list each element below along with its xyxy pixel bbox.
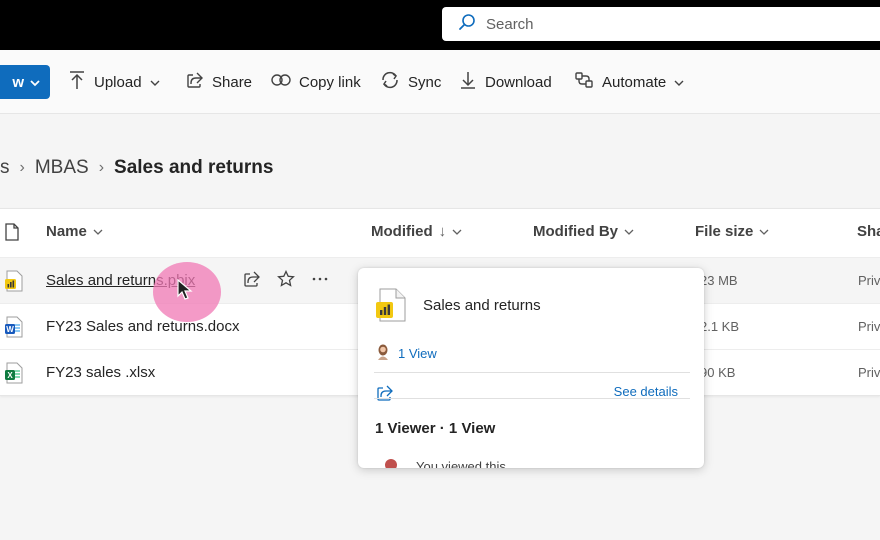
sync-icon [380, 71, 400, 93]
chevron-down-icon [624, 223, 634, 240]
svg-text:W: W [6, 325, 14, 334]
file-size: 90 KB [700, 365, 736, 380]
chevron-down-icon [674, 74, 684, 91]
command-bar: w Upload Share Copy link Sync Download A… [0, 50, 880, 114]
svg-text:X: X [7, 371, 13, 380]
top-bar: Search [0, 0, 880, 50]
sort-arrow-down-icon: ↓ [438, 223, 447, 240]
automate-icon [574, 71, 594, 93]
upload-icon [68, 70, 86, 94]
chevron-down-icon [150, 74, 160, 91]
sharing-status: Priva [858, 273, 880, 288]
share-icon[interactable] [376, 384, 394, 407]
column-modified-label: Modified [371, 223, 433, 240]
powerbi-file-icon [374, 288, 408, 327]
row-actions [243, 269, 329, 293]
column-name-label: Name [46, 223, 87, 240]
copy-link-button[interactable]: Copy link [271, 70, 361, 94]
column-file-size-label: File size [695, 223, 754, 240]
more-options-icon[interactable] [311, 270, 329, 293]
column-header-file-size[interactable]: File size [695, 223, 769, 240]
copy-link-label: Copy link [299, 73, 361, 91]
new-button[interactable]: w [0, 65, 50, 99]
breadcrumb-current: Sales and returns [114, 157, 274, 178]
powerbi-file-icon [4, 270, 24, 297]
new-button-label: w [12, 73, 24, 91]
file-type-icon[interactable] [5, 223, 19, 246]
card-title: Sales and returns [423, 297, 541, 314]
mouse-cursor-icon [176, 278, 194, 306]
recent-activity: You viewed this [384, 458, 506, 468]
file-hover-card: Sales and returns 1 View See details 1 V… [358, 268, 704, 468]
chevron-down-icon [452, 223, 462, 240]
breadcrumb-item-mbas[interactable]: MBAS [35, 157, 89, 179]
chevron-down-icon [93, 223, 103, 240]
link-icon [271, 73, 291, 91]
word-file-icon: W [4, 316, 24, 343]
upload-button[interactable]: Upload [68, 70, 160, 94]
download-label: Download [485, 73, 552, 91]
see-details-link[interactable]: See details [614, 384, 678, 399]
column-header-modified-by[interactable]: Modified By [533, 223, 634, 240]
breadcrumb: s › MBAS › Sales and returns [0, 152, 273, 184]
file-name-link[interactable]: FY23 Sales and returns.docx [46, 318, 239, 335]
chevron-right-icon: › [98, 159, 105, 176]
chevron-down-icon [759, 223, 769, 240]
file-size: 2.1 KB [700, 319, 740, 334]
search-box[interactable]: Search [442, 7, 880, 41]
column-header-modified[interactable]: Modified ↓ [371, 223, 462, 240]
star-icon[interactable] [277, 269, 295, 293]
automate-button[interactable]: Automate [574, 70, 684, 94]
column-header-sharing[interactable]: Sha [857, 223, 880, 240]
share-label: Share [212, 73, 253, 91]
file-size: 23 MB [700, 273, 738, 288]
automate-label: Automate [602, 73, 667, 91]
upload-label: Upload [94, 73, 142, 91]
avatar [376, 344, 390, 363]
views-link[interactable]: 1 View [376, 344, 437, 363]
sharing-status: Priva [858, 365, 880, 380]
download-button[interactable]: Download [459, 70, 552, 94]
download-icon [459, 70, 477, 94]
divider [374, 398, 690, 399]
excel-file-icon: X [4, 362, 24, 389]
file-name-link[interactable]: FY23 sales .xlsx [46, 364, 155, 381]
column-modified-by-label: Modified By [533, 223, 618, 240]
sharing-status: Priva [858, 319, 880, 334]
share-icon [186, 71, 204, 93]
breadcrumb-item-partial[interactable]: s [0, 157, 10, 179]
chevron-down-icon [30, 74, 40, 91]
avatar [384, 458, 398, 468]
sync-label: Sync [408, 73, 442, 91]
share-button[interactable]: Share [186, 70, 252, 94]
divider [374, 372, 690, 373]
search-icon [458, 13, 486, 35]
share-icon[interactable] [243, 270, 261, 293]
search-placeholder: Search [486, 15, 534, 33]
views-count: 1 View [398, 346, 437, 361]
column-header-name[interactable]: Name [46, 223, 103, 240]
recent-activity-text: You viewed this [416, 459, 506, 468]
sync-button[interactable]: Sync [380, 70, 441, 94]
viewer-summary: 1 Viewer · 1 View [375, 420, 496, 437]
column-sharing-label: Sha [857, 223, 880, 240]
chevron-right-icon: › [19, 159, 25, 176]
